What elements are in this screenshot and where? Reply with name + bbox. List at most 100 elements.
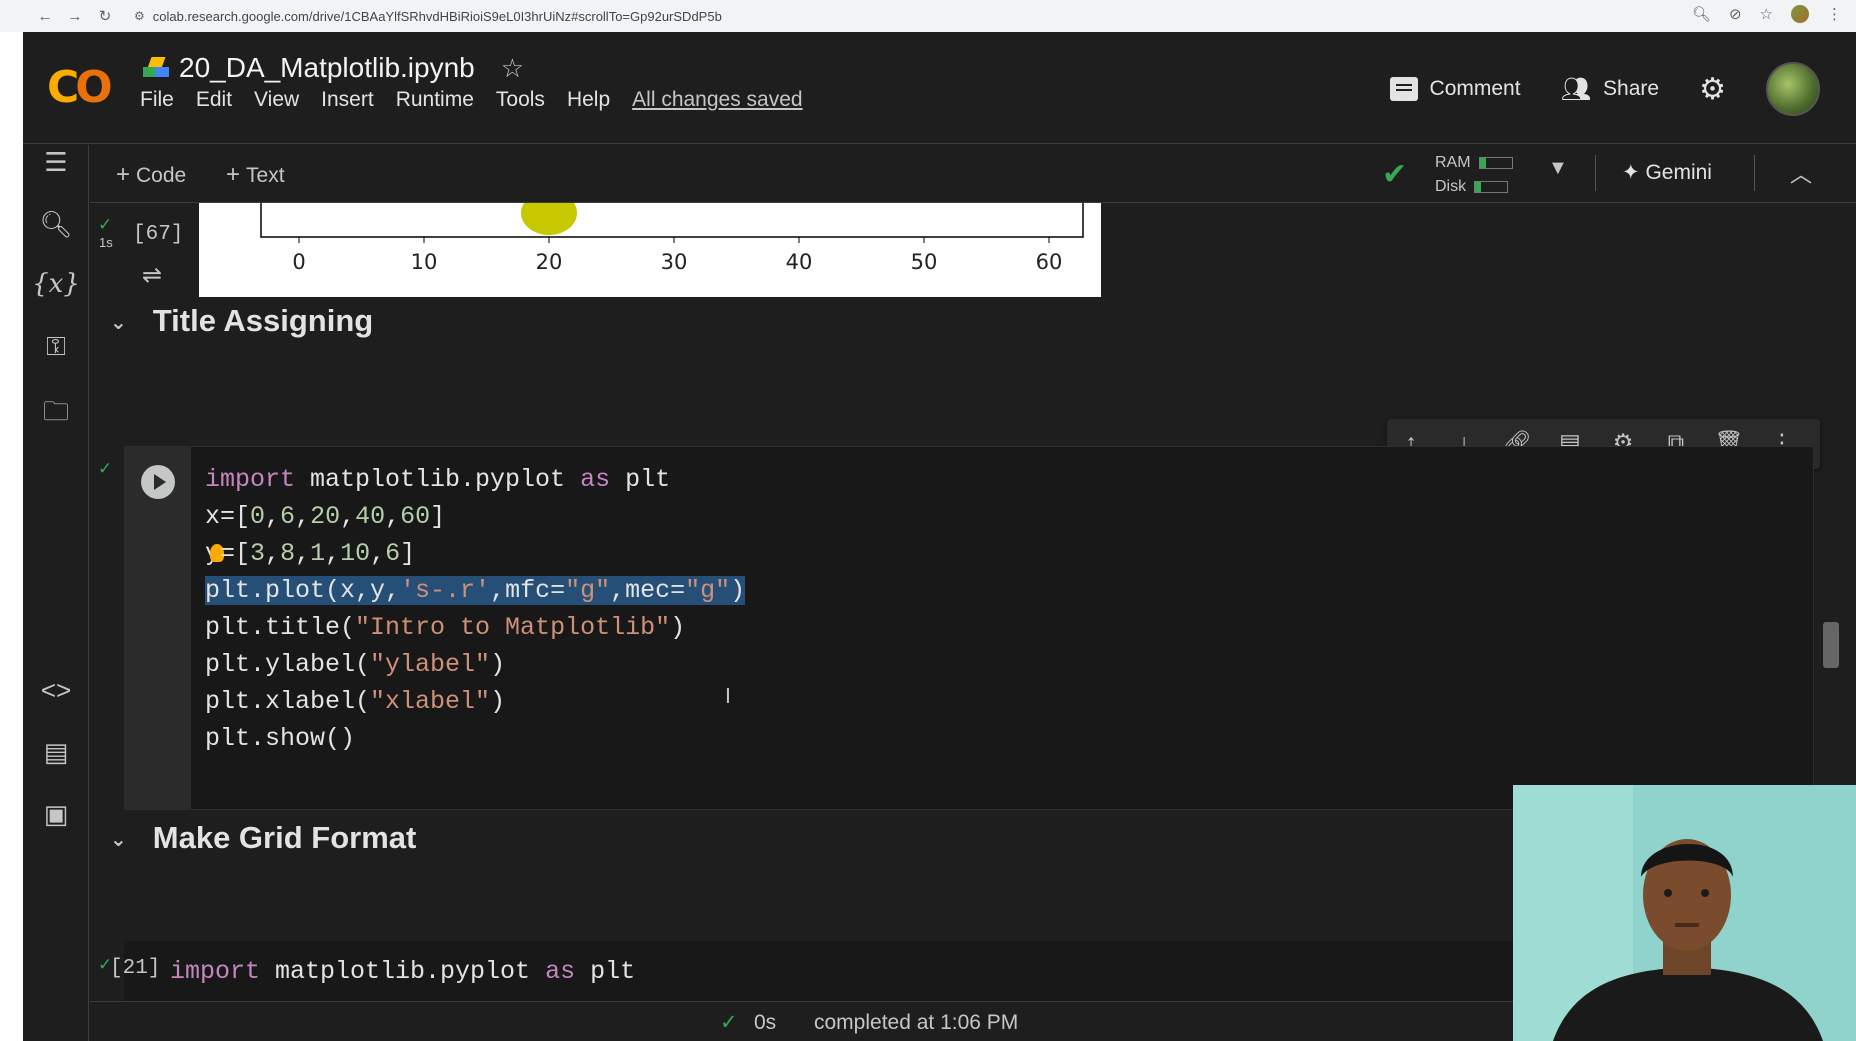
search-icon[interactable]: 🔍︎ (23, 209, 89, 240)
divider (1595, 155, 1596, 191)
menu-file[interactable]: File (140, 88, 174, 112)
browser-menu-icon[interactable]: ⋮ (1827, 5, 1842, 23)
plot-frame (260, 203, 1084, 238)
menu-view[interactable]: View (254, 88, 299, 112)
plus-icon: + (226, 161, 241, 188)
star-icon[interactable]: ☆ (501, 53, 524, 84)
section-header[interactable]: ⌄ Make Grid Format (110, 820, 416, 856)
presenter-video (1513, 785, 1856, 1041)
files-folder-icon[interactable]: 🗀 (23, 393, 89, 437)
webcam-overlay (1513, 785, 1856, 1041)
bookmark-star-icon[interactable]: ☆ (1760, 5, 1773, 23)
section-title: Title Assigning (152, 303, 374, 338)
x-tick-label: 10 (411, 250, 438, 274)
menu-edit[interactable]: Edit (196, 88, 232, 112)
x-tick-label: 0 (292, 250, 305, 274)
reload-icon[interactable]: ↻ (90, 7, 120, 25)
forward-icon[interactable]: → (60, 8, 90, 25)
status-message[interactable]: completed at 1:06 PM (814, 1011, 1018, 1035)
left-sidebar: ☰ 🔍︎ {x} ⚿ 🗀 <> ▤ ▣ (23, 145, 89, 1041)
cell-gutter (125, 447, 191, 809)
secrets-key-icon[interactable]: ⚿ (23, 331, 89, 363)
collapse-header-icon[interactable]: ︿ (1790, 157, 1812, 189)
share-button[interactable]: 👥︎ Share (1561, 75, 1660, 104)
browser-profile-icon[interactable] (1791, 5, 1809, 23)
text-cursor-icon: I (725, 684, 731, 708)
code-snippets-icon[interactable]: <> (23, 675, 89, 706)
save-status[interactable]: All changes saved (632, 88, 802, 112)
code-editor[interactable]: import matplotlib.pyplot as plt x=[0,6,2… (205, 461, 746, 757)
settings-gear-icon[interactable]: ⚙ (1699, 72, 1726, 107)
plot-svg: 0 10 20 30 40 50 60 (260, 203, 1084, 274)
url-text: colab.research.google.com/drive/1CBAaYlf… (152, 8, 722, 24)
x-tick-label: 20 (536, 250, 563, 274)
comment-button[interactable]: Comment (1389, 77, 1521, 101)
code-line-3: y=[3,8,1,10,6] (205, 539, 415, 568)
back-icon[interactable]: ← (30, 8, 60, 25)
zoom-icon[interactable]: 🔍︎ (1692, 5, 1711, 23)
command-palette-icon[interactable]: ▤ (23, 737, 89, 768)
site-info-icon[interactable]: ⚙ (134, 9, 145, 23)
code-editor[interactable]: import matplotlib.pyplot as plt (170, 953, 635, 990)
menu-insert[interactable]: Insert (321, 88, 374, 112)
comment-label: Comment (1429, 77, 1521, 100)
gemini-button[interactable]: ✦ Gemini (1622, 160, 1712, 185)
add-code-button[interactable]: + Code (116, 161, 186, 189)
notebook-title[interactable]: 20_DA_Matplotlib.ipynb (179, 52, 475, 84)
code-line-5: plt.title("Intro to Matplotlib") (205, 613, 686, 642)
address-bar[interactable]: ⚙ colab.research.google.com/drive/1CBAaY… (134, 9, 722, 24)
chevron-down-icon[interactable]: ⌄ (110, 827, 127, 852)
menu-help[interactable]: Help (567, 88, 610, 112)
table-of-contents-icon[interactable]: ☰ (23, 147, 89, 178)
code-cell[interactable]: import matplotlib.pyplot as plt x=[0,6,2… (124, 446, 1814, 810)
notebook-toolbar: + Code + Text ✔ RAM Disk ▼ ✦ Gemini ︿ (90, 145, 1856, 203)
run-cell-icon[interactable] (141, 465, 175, 499)
user-avatar[interactable] (1766, 62, 1820, 116)
plus-icon: + (116, 161, 131, 188)
code-line-6: plt.ylabel("ylabel") (205, 650, 506, 679)
disk-label: Disk (1435, 178, 1467, 195)
exec-count[interactable]: [67] (133, 223, 183, 246)
runtime-dropdown-icon[interactable]: ▼ (1548, 157, 1568, 180)
scrollbar-thumb[interactable] (1823, 622, 1839, 668)
x-tick-label: 50 (911, 250, 938, 274)
output-actions-icon[interactable]: ⇌ (142, 261, 162, 290)
chevron-down-icon[interactable]: ⌄ (110, 310, 127, 335)
code-line-2: x=[0,6,20,40,60] (205, 502, 446, 531)
menu-tools[interactable]: Tools (496, 88, 545, 112)
x-tick-label: 40 (786, 250, 813, 274)
executed-check-icon: ✓ (98, 459, 113, 478)
section-title: Make Grid Format (152, 820, 417, 855)
executed-check-icon: ✓ (98, 215, 113, 234)
plot-output: 0 10 20 30 40 50 60 (199, 203, 1101, 297)
code-line-4-selected: plt.plot(x,y,'s-.r',mfc="g",mec="g") (205, 576, 746, 605)
resource-monitor[interactable]: RAM Disk (1435, 151, 1513, 199)
status-check-icon: ✓ (720, 1011, 738, 1034)
browser-bar: ← → ↻ ⚙ colab.research.google.com/drive/… (0, 0, 1856, 32)
code-line-8: plt.show() (205, 724, 356, 753)
plot-marker (521, 203, 577, 235)
eye-off-icon[interactable]: ⊘ (1729, 5, 1742, 23)
x-axis-ticks: 0 10 20 30 40 50 60 (292, 237, 1062, 274)
terminal-icon[interactable]: ▣ (23, 799, 89, 830)
x-tick-label: 30 (661, 250, 688, 274)
share-label: Share (1603, 77, 1660, 100)
connected-check-icon[interactable]: ✔ (1382, 157, 1407, 192)
code-line-1: import matplotlib.pyplot as plt (205, 465, 671, 494)
exec-duration: 1s (99, 235, 113, 250)
app-header: CO 20_DA_Matplotlib.ipynb ☆ File Edit Vi… (23, 32, 1856, 144)
variables-icon[interactable]: {x} (23, 269, 89, 299)
people-icon: 👥︎ (1560, 75, 1592, 103)
google-drive-icon[interactable] (143, 57, 169, 79)
x-tick-label: 60 (1036, 250, 1063, 274)
exec-count[interactable]: [21] (110, 957, 160, 980)
ram-label: RAM (1435, 154, 1471, 171)
lightbulb-icon[interactable] (210, 544, 225, 563)
divider (1754, 155, 1755, 191)
disk-bar (1474, 180, 1509, 193)
menu-runtime[interactable]: Runtime (396, 88, 474, 112)
section-header[interactable]: ⌄ Title Assigning (110, 303, 373, 339)
ram-bar (1478, 156, 1513, 169)
colab-logo[interactable]: CO (47, 62, 113, 113)
add-text-button[interactable]: + Text (226, 161, 285, 189)
